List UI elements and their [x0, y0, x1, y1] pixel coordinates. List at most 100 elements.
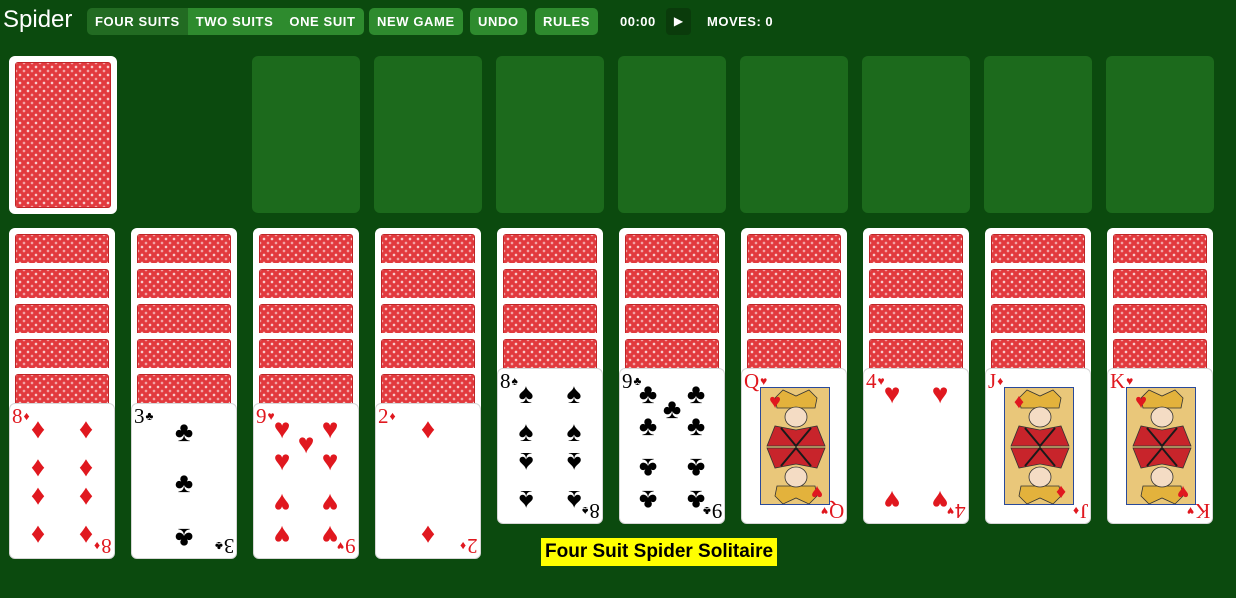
foundation-slot[interactable] — [374, 56, 482, 213]
suit-pip: ♥ — [769, 391, 781, 413]
suit-pip: ♥ — [883, 485, 901, 516]
court-card-portrait: ♥ ♥ — [760, 387, 830, 505]
game-title-banner: Four Suit Spider Solitaire — [541, 538, 778, 566]
suit-pip: ♦ — [1013, 391, 1025, 413]
court-card-portrait: ♦ ♦ — [1004, 387, 1074, 505]
card-rank: 8 — [12, 404, 23, 428]
foundation-slot[interactable] — [252, 56, 360, 213]
tableau-card[interactable]: 8♠ 8♠ ♠ ♠ ♠ ♠ ♠ ♠ ♠ ♠ — [497, 368, 603, 524]
card-rank: 9 — [711, 499, 723, 523]
suit-pip: ♥ — [931, 378, 949, 409]
undo-button[interactable]: UNDO — [470, 8, 527, 35]
card-corner-index: 3♣ — [134, 406, 153, 427]
moves-counter: MOVES: 0 — [707, 14, 774, 29]
card-corner-index: 3♣ — [214, 534, 235, 558]
card-suit: ♥ — [820, 504, 828, 518]
suit-pip: ♦ — [30, 482, 46, 513]
suit-pip: ♦ — [78, 413, 94, 444]
card-rank: J — [1079, 499, 1088, 523]
card-rank: 9 — [256, 404, 267, 428]
suit-pip: ♥ — [273, 488, 291, 519]
card-suit: ♦ — [1072, 504, 1079, 518]
card-rank: K — [1110, 369, 1126, 393]
card-suit: ♥ — [1126, 374, 1134, 388]
suit-pip: ♦ — [78, 482, 94, 513]
suit-pip: ♠ — [518, 447, 534, 478]
tableau-card[interactable]: 3♣ 3♣ ♣ ♣ ♣ — [131, 403, 237, 559]
tableau-card[interactable]: 9♣ 9♣ ♣ ♣ ♣ ♣ ♣ ♣ ♣ ♣ ♣ — [619, 368, 725, 524]
card-rank: Q — [828, 499, 844, 523]
foundation-slot[interactable] — [740, 56, 848, 213]
suit-pip: ♣ — [174, 416, 194, 447]
card-suit: ♦ — [460, 539, 467, 553]
card-suit: ♣ — [214, 539, 223, 553]
suit-pip: ♠ — [566, 416, 582, 447]
one-suit-button[interactable]: ONE SUIT — [281, 8, 364, 35]
suit-pip: ♠ — [518, 485, 534, 516]
suit-pip: ♥ — [1135, 391, 1147, 413]
suit-pip: ♠ — [566, 485, 582, 516]
suit-pip: ♠ — [518, 416, 534, 447]
card-rank: 8 — [101, 534, 113, 558]
card-rank: 9 — [622, 369, 633, 393]
suit-pip: ♣ — [638, 453, 658, 484]
suit-pip: ♣ — [638, 485, 658, 516]
suit-mode-group: FOUR SUITS TWO SUITS ONE SUIT — [87, 8, 364, 35]
suit-pip: ♥ — [321, 445, 339, 476]
suit-pip: ♣ — [174, 467, 194, 498]
foundation-slot[interactable] — [496, 56, 604, 213]
tableau-card[interactable]: 4♥ 4♥ ♥ ♥ ♥ ♥ — [863, 368, 969, 524]
suit-pip: ♦ — [1055, 481, 1067, 503]
card-rank: 8 — [500, 369, 511, 393]
suit-pip: ♦ — [30, 520, 46, 551]
suit-pip: ♦ — [78, 451, 94, 482]
suit-pip: ♣ — [174, 523, 194, 554]
tableau-card[interactable]: Q♥ Q♥ ♥ ♥ — [741, 368, 847, 524]
foundation-slot[interactable] — [1106, 56, 1214, 213]
new-game-button[interactable]: NEW GAME — [369, 8, 463, 35]
suit-pip: ♥ — [321, 520, 339, 551]
suit-pip: ♣ — [638, 410, 658, 441]
rules-button[interactable]: RULES — [535, 8, 599, 35]
suit-pip: ♥ — [321, 488, 339, 519]
suit-pip: ♥ — [811, 481, 823, 503]
suit-pip: ♥ — [273, 520, 291, 551]
foundation-slot[interactable] — [984, 56, 1092, 213]
foundation-slot[interactable] — [862, 56, 970, 213]
suit-pip: ♣ — [686, 410, 706, 441]
card-rank: J — [988, 369, 997, 393]
suit-pip: ♦ — [420, 520, 436, 551]
card-suit: ♦ — [997, 374, 1004, 388]
suit-pip: ♠ — [518, 378, 534, 409]
tableau-card[interactable]: 9♥ 9♥ ♥ ♥ ♥ ♥ ♥ ♥ ♥ ♥ ♥ — [253, 403, 359, 559]
two-suits-button[interactable]: TWO SUITS — [187, 8, 282, 35]
card-suit: ♥ — [1186, 504, 1194, 518]
top-bar: Spider FOUR SUITS TWO SUITS ONE SUIT NEW… — [0, 0, 1236, 44]
suit-pip: ♦ — [420, 413, 436, 444]
suit-pip: ♥ — [931, 485, 949, 516]
card-rank: 3 — [223, 534, 235, 558]
suit-pip: ♣ — [686, 485, 706, 516]
suit-pip: ♣ — [686, 453, 706, 484]
foundation-slot[interactable] — [618, 56, 726, 213]
suit-pip: ♠ — [566, 378, 582, 409]
tableau-card[interactable]: J♦ J♦ ♦ ♦ — [985, 368, 1091, 524]
suit-pip: ♥ — [883, 378, 901, 409]
card-corner-index: 2♦ — [378, 406, 396, 427]
timer: 00:00 — [620, 14, 656, 29]
card-rank: Q — [744, 369, 760, 393]
tableau-card[interactable]: 8♦ 8♦ ♦ ♦ ♦ ♦ ♦ ♦ ♦ ♦ — [9, 403, 115, 559]
four-suits-button[interactable]: FOUR SUITS — [87, 8, 188, 35]
card-rank: K — [1194, 499, 1210, 523]
card-corner-index: J♦ — [988, 371, 1003, 392]
tableau-card[interactable]: 2♦ 2♦ ♦ ♦ — [375, 403, 481, 559]
card-back-pattern — [15, 62, 111, 208]
card-corner-index: 2♦ — [460, 534, 479, 558]
suit-pip: ♥ — [273, 445, 291, 476]
tableau-card[interactable]: K♥ K♥ ♥ ♥ — [1107, 368, 1213, 524]
play-icon[interactable]: ▶ — [666, 8, 691, 35]
card-rank: 2 — [467, 534, 479, 558]
card-suit: ♣ — [145, 409, 154, 423]
card-corner-index: J♦ — [1072, 499, 1088, 523]
stock-pile[interactable] — [9, 56, 117, 214]
